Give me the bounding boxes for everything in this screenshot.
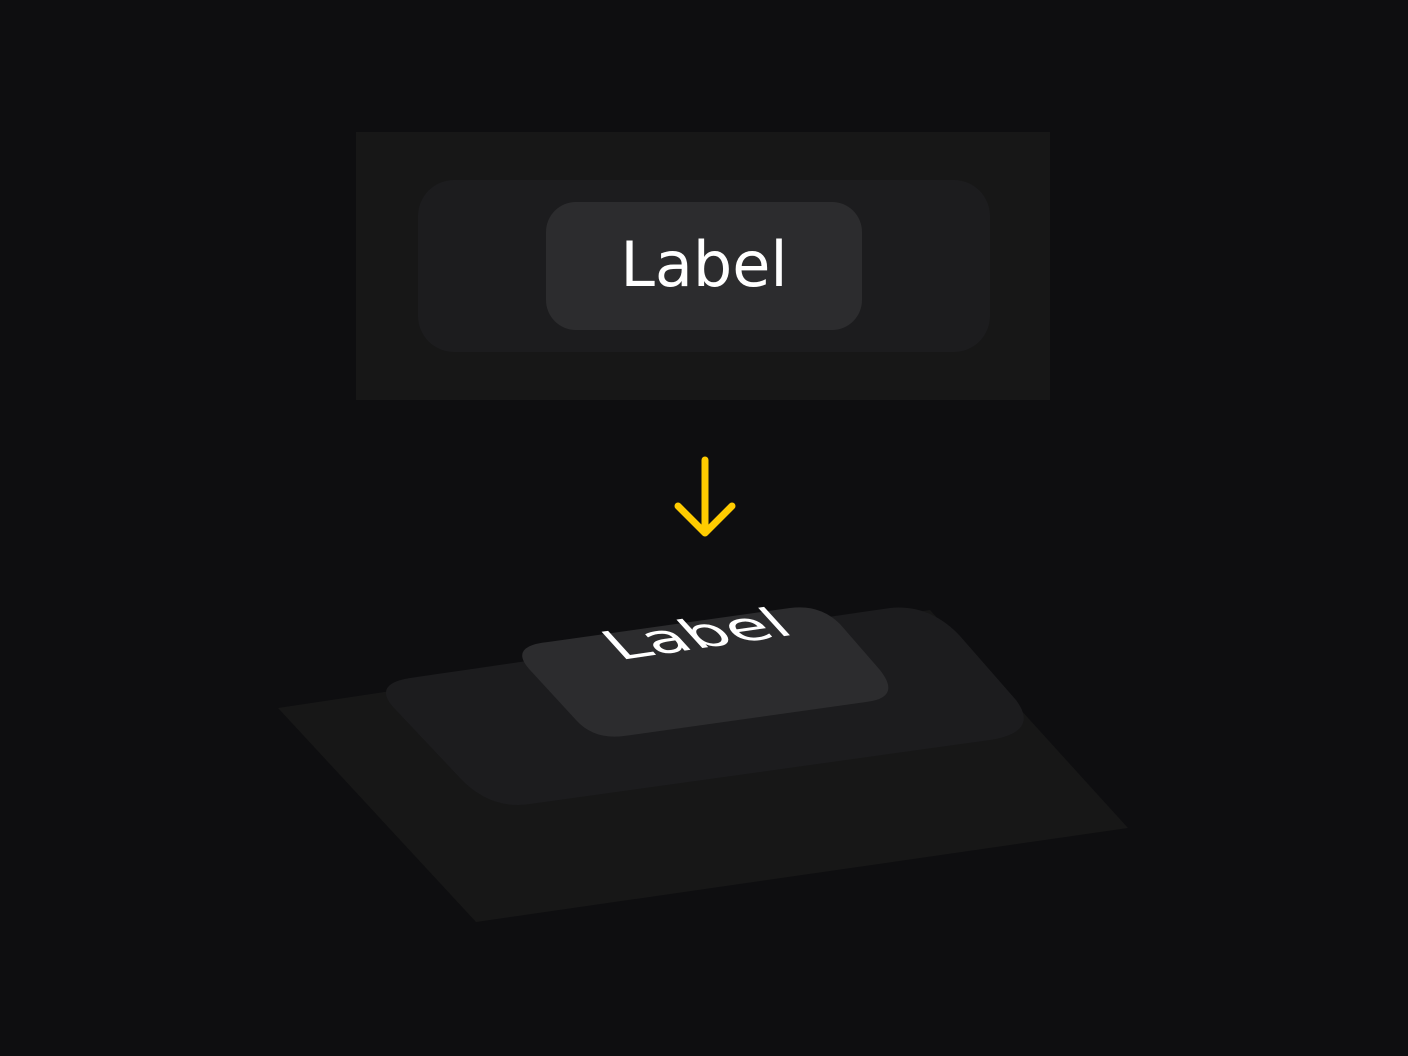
isometric-view: Label [278, 599, 1128, 922]
